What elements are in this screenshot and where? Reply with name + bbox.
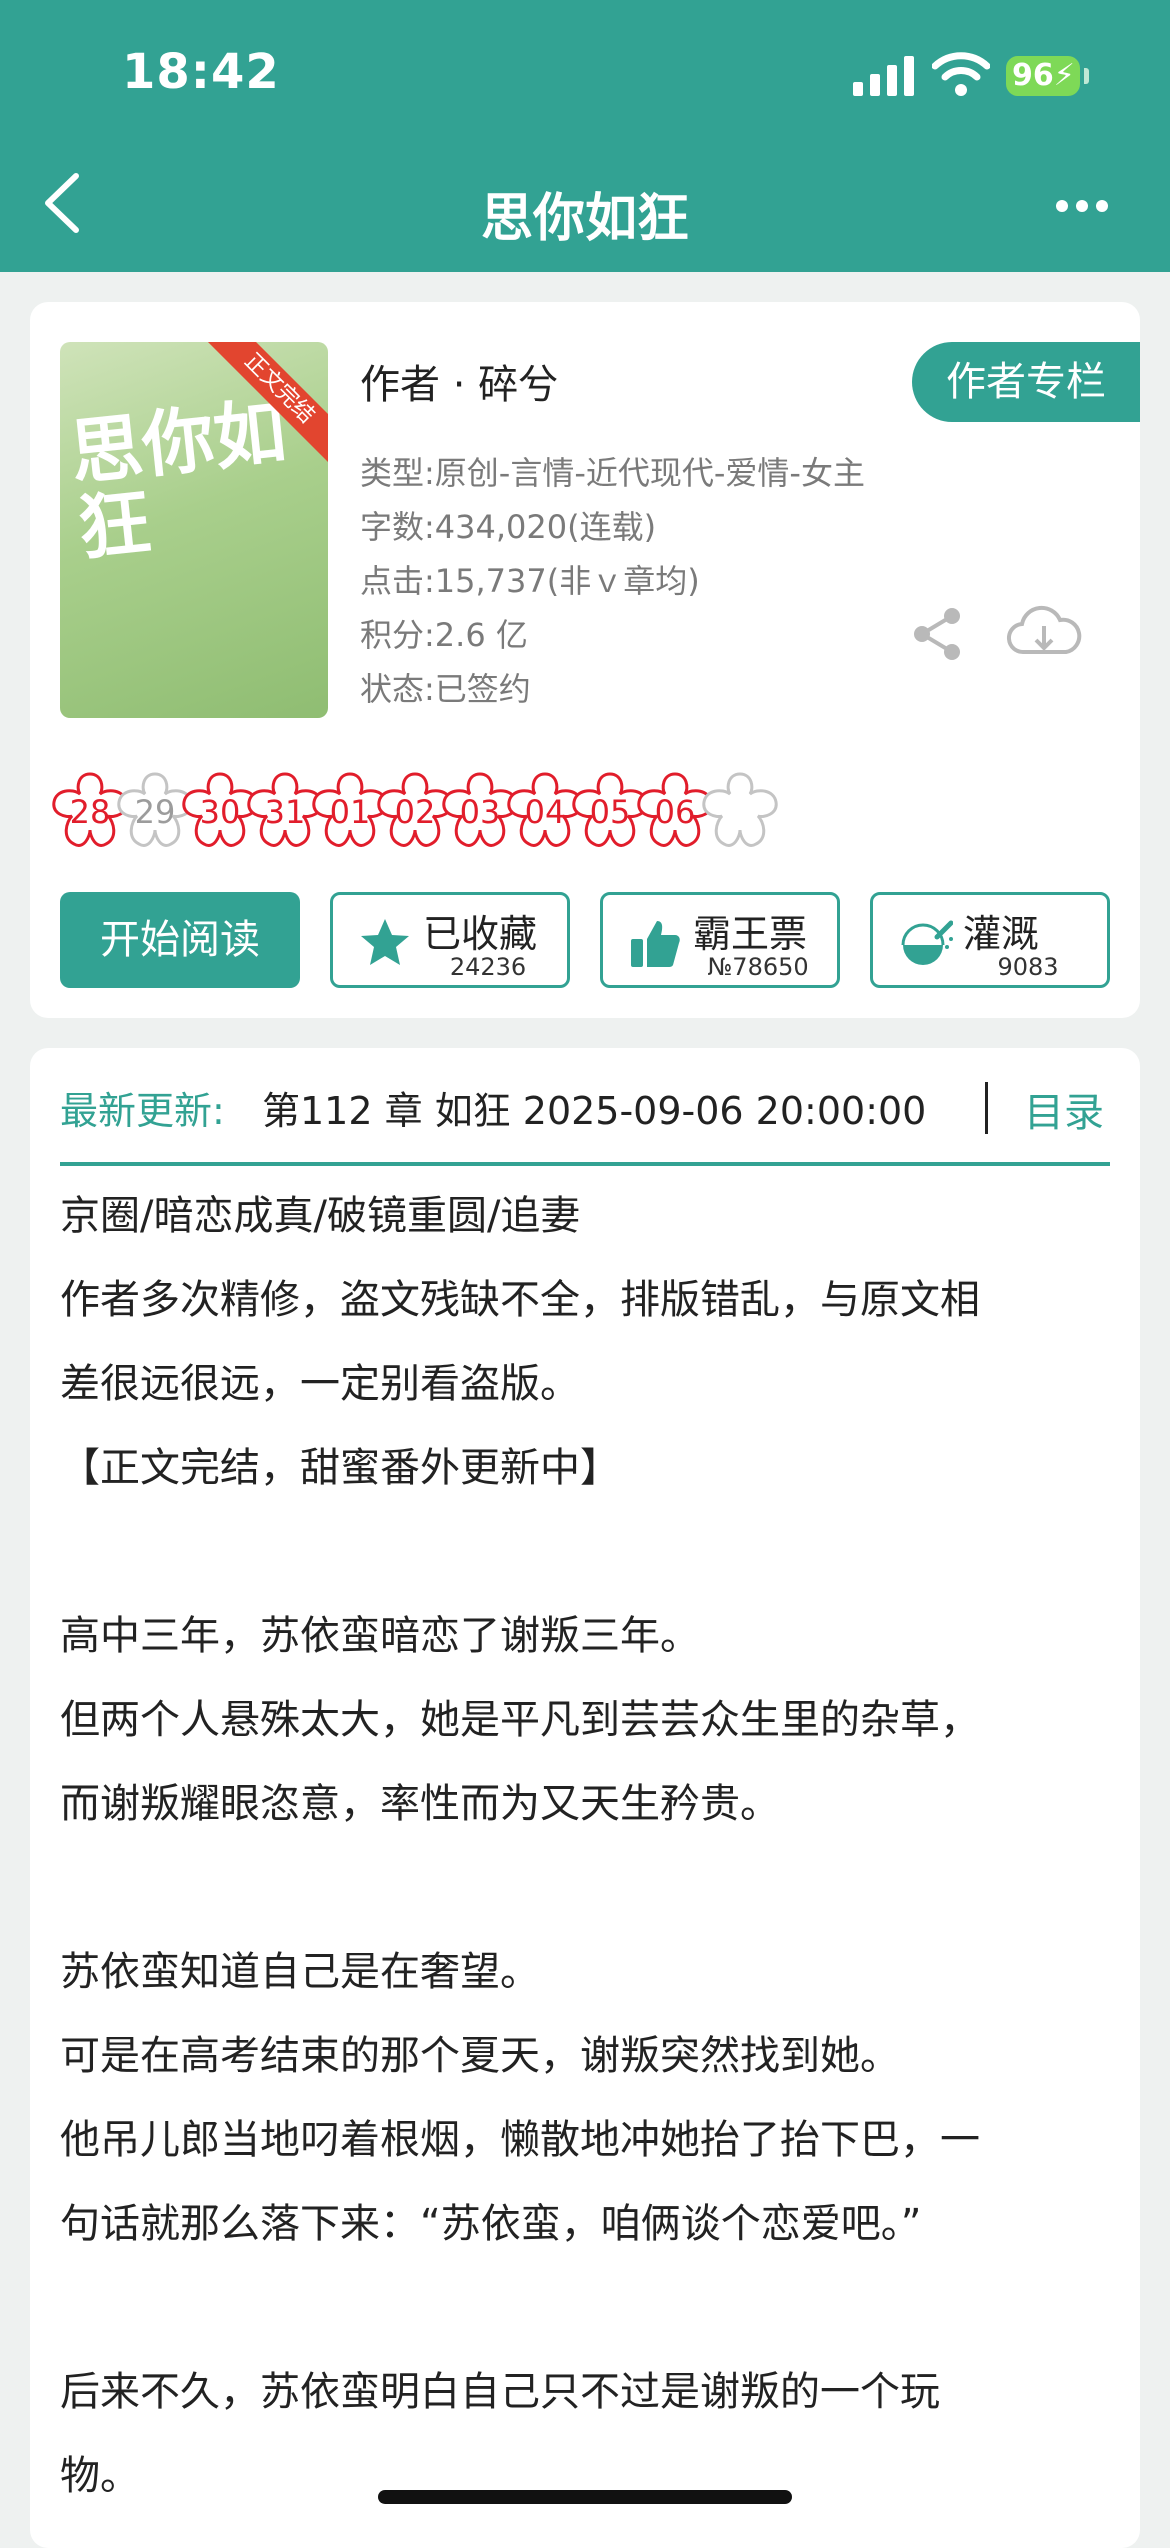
description-line — [60, 1846, 1120, 1930]
description-line: 【正文完结，甜蜜番外更新中】 — [60, 1445, 620, 1491]
battery-tip — [1084, 68, 1089, 84]
description-line: 句话就那么落下来：“苏依蛮，咱俩谈个恋爱吧。” — [60, 2201, 922, 2247]
description-line: 苏依蛮知道自己是在奢望。 — [60, 1949, 540, 1995]
description-line: 而谢叛耀眼恣意，率性而为又天生矜贵。 — [60, 1781, 780, 1827]
ticket-label: 霸王票 — [693, 912, 808, 956]
word-count-text: 字数:434,020(连载) — [360, 508, 657, 546]
status-time: 18:42 — [122, 44, 280, 100]
description-line: 可是在高考结束的那个夏天，谢叛突然找到她。 — [60, 2033, 900, 2079]
star-icon — [361, 919, 409, 965]
collect-count: 24236 — [449, 953, 527, 981]
score-text: 积分:2.6 亿 — [360, 616, 528, 654]
more-dots-icon[interactable] — [1054, 196, 1110, 216]
thumbs-up-icon — [631, 921, 680, 967]
start-reading-button[interactable]: 开始阅读 — [60, 892, 300, 988]
description-line: 他吊儿郎当地叼着根烟，懒散地冲她抬了抬下巴，一 — [60, 2117, 980, 2163]
latest-update-label: 最新更新: — [60, 1089, 225, 1133]
ticket-count: №78650 — [707, 953, 809, 981]
watering-can-icon — [901, 920, 953, 965]
description-line: 京圈/暗恋成真/破镜重圆/追妻 — [60, 1193, 581, 1239]
description-line: 作者多次精修，盗文残缺不全，排版错乱，与原文相 — [60, 1277, 980, 1323]
page-title: 思你如狂 — [480, 189, 689, 249]
book-description: 京圈/暗恋成真/破镜重圆/追妻 作者多次精修，盗文残缺不全，排版错乱，与原文相 … — [60, 1174, 1120, 2518]
author-name[interactable]: 作者 · 碎兮 — [360, 352, 558, 410]
latest-chapter-link[interactable]: 第112 章 如狂 2025-09-06 20:00:00 — [262, 1080, 926, 1135]
description-line: 差很远很远，一定别看盗版。 — [60, 1361, 580, 1407]
genre-text: 类型:原创-言情-近代现代-爱情-女主 — [360, 454, 865, 492]
description-line: 后来不久，苏依蛮明白自己只不过是谢叛的一个玩 — [60, 2369, 940, 2415]
share-icon[interactable] — [908, 604, 968, 664]
home-indicator[interactable] — [378, 2490, 792, 2504]
app-header: 18:42 96⚡ 思你如狂 — [0, 0, 1170, 272]
book-info-card: 思你如狂 正文完结 作者 · 碎兮 作者专栏 类型:原创-言情-近代现代-爱情-… — [30, 302, 1140, 1018]
section-divider — [60, 1162, 1110, 1166]
daily-flower-row: 28 29 30 31 01 02 03 04 05 06 — [52, 764, 1140, 858]
catalog-link[interactable]: 目录 — [1024, 1080, 1104, 1138]
flower-badge-partial — [692, 764, 788, 858]
water-button[interactable]: 灌溉 9083 — [870, 892, 1110, 988]
description-line: 物。 — [60, 2453, 140, 2499]
battery-indicator: 96⚡ — [1006, 56, 1080, 96]
description-line: 但两个人悬殊太大，她是平凡到芸芸众生里的杂草， — [60, 1697, 980, 1743]
book-cover[interactable]: 思你如狂 正文完结 — [60, 342, 328, 718]
water-count: 9083 — [997, 953, 1059, 981]
description-line: 高中三年，苏依蛮暗恋了谢叛三年。 — [60, 1613, 700, 1659]
collect-label: 已收藏 — [423, 912, 538, 956]
collect-button[interactable]: 已收藏 24236 — [330, 892, 570, 988]
cellular-signal-icon — [853, 56, 914, 96]
author-column-button[interactable]: 作者专栏 — [912, 342, 1140, 422]
download-cloud-icon[interactable] — [1006, 604, 1082, 664]
description-line — [60, 1510, 1120, 1594]
clicks-text: 点击:15,737(非ｖ章均) — [360, 562, 700, 600]
divider — [985, 1082, 988, 1134]
ticket-button[interactable]: 霸王票 №78650 — [600, 892, 840, 988]
water-label: 灌溉 — [963, 912, 1040, 956]
status-text: 状态:已签约 — [360, 670, 531, 708]
wifi-icon — [932, 52, 990, 96]
description-line — [60, 2266, 1120, 2350]
latest-update-card: 最新更新: 第112 章 如狂 2025-09-06 20:00:00 目录 京… — [30, 1048, 1140, 2548]
